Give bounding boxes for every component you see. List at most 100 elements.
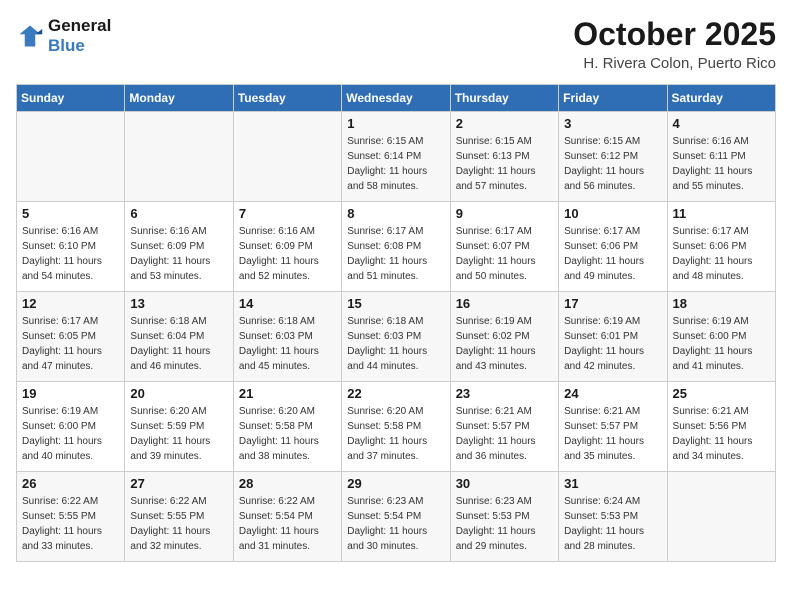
calendar-title: October 2025 [573, 16, 776, 53]
day-number: 16 [456, 296, 553, 311]
day-info: Sunrise: 6:19 AMSunset: 6:01 PMDaylight:… [564, 316, 644, 372]
weekday-header-row: SundayMondayTuesdayWednesdayThursdayFrid… [17, 85, 776, 112]
calendar-week-row: 19 Sunrise: 6:19 AMSunset: 6:00 PMDaylig… [17, 382, 776, 472]
calendar-cell: 25 Sunrise: 6:21 AMSunset: 5:56 PMDaylig… [667, 382, 775, 472]
day-info: Sunrise: 6:15 AMSunset: 6:14 PMDaylight:… [347, 136, 427, 192]
calendar-cell [667, 472, 775, 562]
calendar-cell: 21 Sunrise: 6:20 AMSunset: 5:58 PMDaylig… [233, 382, 341, 472]
day-number: 2 [456, 116, 553, 131]
day-info: Sunrise: 6:17 AMSunset: 6:06 PMDaylight:… [673, 226, 753, 282]
day-number: 26 [22, 476, 119, 491]
day-info: Sunrise: 6:18 AMSunset: 6:03 PMDaylight:… [239, 316, 319, 372]
day-info: Sunrise: 6:24 AMSunset: 5:53 PMDaylight:… [564, 496, 644, 552]
day-info: Sunrise: 6:17 AMSunset: 6:08 PMDaylight:… [347, 226, 427, 282]
calendar-cell: 1 Sunrise: 6:15 AMSunset: 6:14 PMDayligh… [342, 112, 450, 202]
calendar-cell [125, 112, 233, 202]
calendar-cell: 31 Sunrise: 6:24 AMSunset: 5:53 PMDaylig… [559, 472, 667, 562]
logo-text-blue: Blue [48, 36, 111, 56]
logo-icon [16, 22, 44, 50]
day-number: 9 [456, 206, 553, 221]
weekday-header-sunday: Sunday [17, 85, 125, 112]
day-number: 28 [239, 476, 336, 491]
title-block: October 2025 H. Rivera Colon, Puerto Ric… [573, 16, 776, 72]
calendar-cell: 12 Sunrise: 6:17 AMSunset: 6:05 PMDaylig… [17, 292, 125, 382]
calendar-cell: 3 Sunrise: 6:15 AMSunset: 6:12 PMDayligh… [559, 112, 667, 202]
day-info: Sunrise: 6:17 AMSunset: 6:05 PMDaylight:… [22, 316, 102, 372]
day-number: 24 [564, 386, 661, 401]
calendar-cell: 26 Sunrise: 6:22 AMSunset: 5:55 PMDaylig… [17, 472, 125, 562]
day-info: Sunrise: 6:19 AMSunset: 6:02 PMDaylight:… [456, 316, 536, 372]
day-info: Sunrise: 6:23 AMSunset: 5:54 PMDaylight:… [347, 496, 427, 552]
day-info: Sunrise: 6:21 AMSunset: 5:56 PMDaylight:… [673, 406, 753, 462]
calendar-cell: 2 Sunrise: 6:15 AMSunset: 6:13 PMDayligh… [450, 112, 558, 202]
day-number: 22 [347, 386, 444, 401]
day-number: 8 [347, 206, 444, 221]
day-info: Sunrise: 6:22 AMSunset: 5:54 PMDaylight:… [239, 496, 319, 552]
day-number: 13 [130, 296, 227, 311]
calendar-cell: 5 Sunrise: 6:16 AMSunset: 6:10 PMDayligh… [17, 202, 125, 292]
day-info: Sunrise: 6:20 AMSunset: 5:59 PMDaylight:… [130, 406, 210, 462]
day-info: Sunrise: 6:16 AMSunset: 6:09 PMDaylight:… [130, 226, 210, 282]
day-number: 3 [564, 116, 661, 131]
page-header: General Blue October 2025 H. Rivera Colo… [16, 16, 776, 72]
day-number: 30 [456, 476, 553, 491]
day-info: Sunrise: 6:21 AMSunset: 5:57 PMDaylight:… [456, 406, 536, 462]
calendar-week-row: 5 Sunrise: 6:16 AMSunset: 6:10 PMDayligh… [17, 202, 776, 292]
calendar-table: SundayMondayTuesdayWednesdayThursdayFrid… [16, 84, 776, 562]
day-number: 5 [22, 206, 119, 221]
weekday-header-wednesday: Wednesday [342, 85, 450, 112]
day-number: 1 [347, 116, 444, 131]
day-number: 31 [564, 476, 661, 491]
day-number: 12 [22, 296, 119, 311]
calendar-cell: 23 Sunrise: 6:21 AMSunset: 5:57 PMDaylig… [450, 382, 558, 472]
day-number: 18 [673, 296, 770, 311]
day-number: 6 [130, 206, 227, 221]
day-info: Sunrise: 6:22 AMSunset: 5:55 PMDaylight:… [130, 496, 210, 552]
day-info: Sunrise: 6:18 AMSunset: 6:03 PMDaylight:… [347, 316, 427, 372]
calendar-cell: 4 Sunrise: 6:16 AMSunset: 6:11 PMDayligh… [667, 112, 775, 202]
calendar-cell: 11 Sunrise: 6:17 AMSunset: 6:06 PMDaylig… [667, 202, 775, 292]
calendar-week-row: 12 Sunrise: 6:17 AMSunset: 6:05 PMDaylig… [17, 292, 776, 382]
weekday-header-thursday: Thursday [450, 85, 558, 112]
calendar-cell: 13 Sunrise: 6:18 AMSunset: 6:04 PMDaylig… [125, 292, 233, 382]
day-number: 10 [564, 206, 661, 221]
day-number: 11 [673, 206, 770, 221]
calendar-cell: 30 Sunrise: 6:23 AMSunset: 5:53 PMDaylig… [450, 472, 558, 562]
day-number: 27 [130, 476, 227, 491]
calendar-cell [233, 112, 341, 202]
weekday-header-saturday: Saturday [667, 85, 775, 112]
logo: General Blue [16, 16, 111, 57]
day-number: 17 [564, 296, 661, 311]
day-info: Sunrise: 6:15 AMSunset: 6:13 PMDaylight:… [456, 136, 536, 192]
calendar-cell: 27 Sunrise: 6:22 AMSunset: 5:55 PMDaylig… [125, 472, 233, 562]
day-number: 29 [347, 476, 444, 491]
day-number: 14 [239, 296, 336, 311]
day-number: 25 [673, 386, 770, 401]
calendar-cell: 15 Sunrise: 6:18 AMSunset: 6:03 PMDaylig… [342, 292, 450, 382]
calendar-week-row: 26 Sunrise: 6:22 AMSunset: 5:55 PMDaylig… [17, 472, 776, 562]
weekday-header-tuesday: Tuesday [233, 85, 341, 112]
calendar-cell: 16 Sunrise: 6:19 AMSunset: 6:02 PMDaylig… [450, 292, 558, 382]
day-number: 19 [22, 386, 119, 401]
calendar-cell: 29 Sunrise: 6:23 AMSunset: 5:54 PMDaylig… [342, 472, 450, 562]
day-info: Sunrise: 6:19 AMSunset: 6:00 PMDaylight:… [22, 406, 102, 462]
calendar-cell: 18 Sunrise: 6:19 AMSunset: 6:00 PMDaylig… [667, 292, 775, 382]
day-number: 7 [239, 206, 336, 221]
day-info: Sunrise: 6:16 AMSunset: 6:09 PMDaylight:… [239, 226, 319, 282]
calendar-cell: 17 Sunrise: 6:19 AMSunset: 6:01 PMDaylig… [559, 292, 667, 382]
calendar-week-row: 1 Sunrise: 6:15 AMSunset: 6:14 PMDayligh… [17, 112, 776, 202]
day-number: 21 [239, 386, 336, 401]
day-number: 4 [673, 116, 770, 131]
day-number: 23 [456, 386, 553, 401]
day-info: Sunrise: 6:16 AMSunset: 6:11 PMDaylight:… [673, 136, 753, 192]
day-number: 20 [130, 386, 227, 401]
calendar-cell: 9 Sunrise: 6:17 AMSunset: 6:07 PMDayligh… [450, 202, 558, 292]
day-info: Sunrise: 6:18 AMSunset: 6:04 PMDaylight:… [130, 316, 210, 372]
day-number: 15 [347, 296, 444, 311]
day-info: Sunrise: 6:17 AMSunset: 6:06 PMDaylight:… [564, 226, 644, 282]
calendar-cell: 10 Sunrise: 6:17 AMSunset: 6:06 PMDaylig… [559, 202, 667, 292]
calendar-cell: 6 Sunrise: 6:16 AMSunset: 6:09 PMDayligh… [125, 202, 233, 292]
calendar-cell: 20 Sunrise: 6:20 AMSunset: 5:59 PMDaylig… [125, 382, 233, 472]
calendar-cell: 28 Sunrise: 6:22 AMSunset: 5:54 PMDaylig… [233, 472, 341, 562]
calendar-cell: 24 Sunrise: 6:21 AMSunset: 5:57 PMDaylig… [559, 382, 667, 472]
